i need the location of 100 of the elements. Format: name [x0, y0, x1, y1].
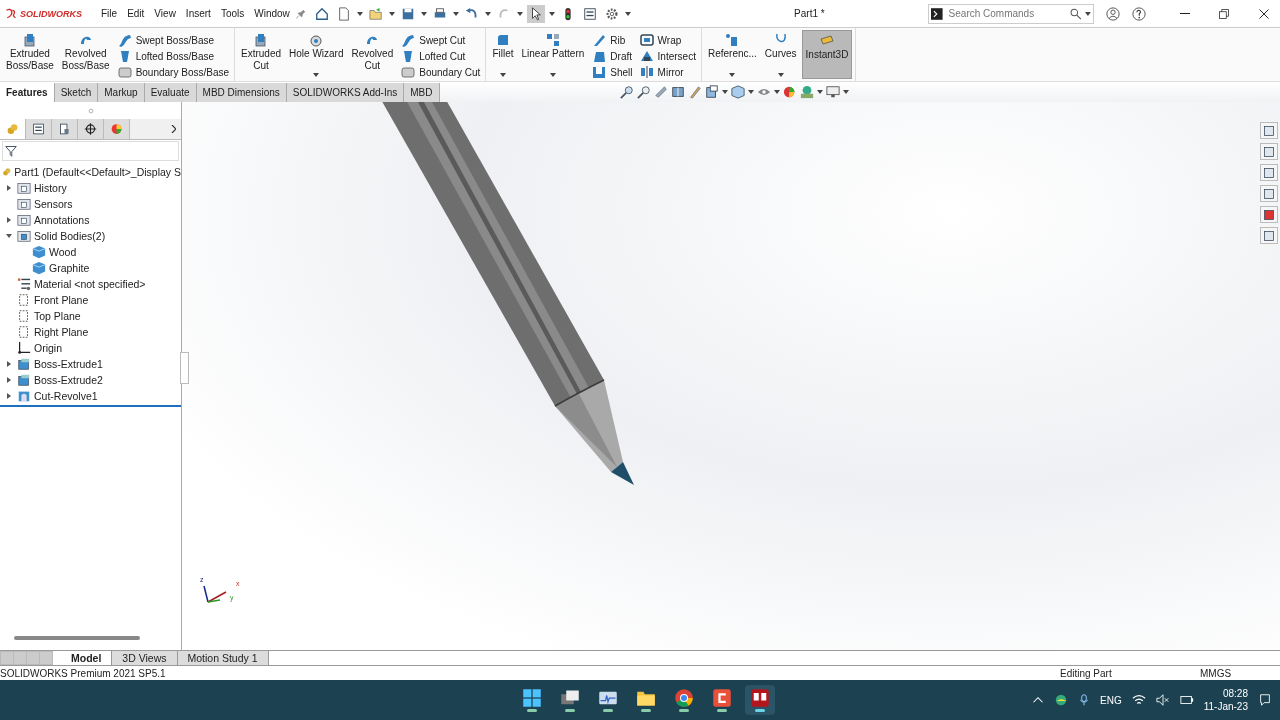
tree-item[interactable]: Boss-Extrude2 — [34, 374, 103, 386]
ribbon-button[interactable]: Lofted Cut — [398, 48, 483, 64]
tab[interactable]: Sketch — [54, 82, 99, 102]
zoom-area-icon — [636, 85, 651, 99]
ribbon-button[interactable]: Boundary Boss/Base — [114, 64, 231, 80]
caret-icon[interactable] — [516, 11, 523, 16]
caret-icon[interactable] — [452, 11, 459, 16]
mute-icon — [1155, 693, 1170, 707]
tree-item[interactable]: Graphite — [49, 262, 90, 274]
ribbon-button[interactable]: Wrap — [636, 32, 698, 48]
ribbon-button[interactable]: Mirror — [636, 64, 698, 80]
menu-item[interactable]: Tools — [215, 8, 250, 19]
ribbon-button[interactable]: Rib — [589, 32, 635, 48]
globe-icon — [1054, 693, 1069, 707]
caret-icon[interactable] — [484, 11, 491, 16]
ribbon-button[interactable]: Shell — [589, 64, 635, 80]
microphone-icon — [1078, 693, 1091, 707]
caret-icon[interactable] — [842, 90, 849, 94]
caret-icon[interactable] — [777, 73, 784, 77]
tab[interactable]: Evaluate — [144, 82, 197, 102]
plane-icon — [17, 293, 31, 307]
ribbon-button[interactable]: Linear Pattern — [518, 30, 588, 79]
tab[interactable]: 3D Views — [112, 651, 178, 665]
ribbon-button[interactable]: Draft — [589, 48, 635, 64]
revolve-cut-icon — [17, 389, 31, 403]
tab[interactable]: SOLIDWORKS Add-Ins — [286, 82, 405, 102]
caret-icon[interactable] — [549, 73, 556, 77]
chevron-icon[interactable] — [171, 125, 176, 133]
tree-item[interactable]: Cut-Revolve1 — [34, 390, 98, 402]
tree-item[interactable]: Solid Bodies(2) — [34, 230, 106, 242]
caret-icon[interactable] — [548, 11, 555, 16]
tree-item[interactable]: Annotations — [34, 214, 90, 226]
app-logo: SOLIDWORKS — [20, 8, 82, 19]
tree-icon — [6, 122, 19, 136]
caret-icon[interactable] — [773, 90, 780, 94]
tab[interactable]: Features — [0, 82, 55, 102]
ribbon-button[interactable]: Extruded Boss/Base — [3, 30, 57, 79]
caret-icon[interactable] — [624, 11, 631, 16]
tab[interactable]: Motion Study 1 — [177, 651, 269, 665]
caret-icon[interactable] — [388, 11, 395, 16]
ribbon-button[interactable]: Revolved Cut — [348, 30, 397, 79]
list-icon — [582, 6, 597, 21]
status-text: Editing Part — [1060, 667, 1113, 679]
ribbon-button[interactable]: Boundary Cut — [398, 64, 483, 80]
filter-field[interactable] — [2, 141, 179, 161]
tab[interactable]: Markup — [98, 82, 145, 102]
material-icon — [17, 277, 31, 291]
tree-item[interactable]: Boss-Extrude1 — [34, 358, 103, 370]
caret-icon[interactable] — [313, 73, 320, 77]
tab[interactable]: MBD — [404, 82, 440, 102]
tab[interactable]: MBD Dimensions — [196, 82, 287, 102]
expand-toggle[interactable] — [4, 233, 14, 239]
dimxpert-icon — [84, 122, 97, 136]
caret-icon[interactable] — [721, 90, 728, 94]
ribbon-button[interactable]: Revolved Boss/Base — [58, 30, 113, 79]
caret-icon[interactable] — [356, 11, 363, 16]
ribbon-button[interactable]: Fillet — [489, 30, 517, 79]
plane-icon — [17, 309, 31, 323]
caret-icon[interactable] — [729, 73, 736, 77]
tree-item[interactable]: Wood — [49, 246, 77, 258]
ribbon-button[interactable]: Curves — [761, 30, 800, 79]
cube-icon — [32, 261, 46, 275]
ribbon-button[interactable]: Referenc... — [704, 30, 760, 79]
tree-item[interactable]: History — [34, 182, 67, 194]
menu-item[interactable]: Edit — [122, 8, 150, 19]
tree-item[interactable]: Sensors — [34, 198, 73, 210]
tree-item[interactable]: Origin — [34, 342, 62, 354]
panel-tab[interactable] — [78, 119, 104, 139]
ribbon-button[interactable]: Lofted Boss/Base — [114, 48, 231, 64]
units-text[interactable]: MMGS — [1200, 667, 1260, 679]
menu-item[interactable]: File — [96, 8, 123, 19]
search-box[interactable]: Search Commands — [928, 3, 1094, 24]
menu-item[interactable]: Insert — [180, 8, 216, 19]
open-icon — [368, 6, 383, 21]
tree-item[interactable]: Right Plane — [34, 326, 89, 338]
menu-item[interactable]: Window — [249, 8, 295, 19]
language-indicator[interactable]: ENG — [1100, 694, 1122, 706]
tree-item[interactable]: Part1 (Default<<Default>_Display S — [14, 166, 181, 178]
caret-icon[interactable] — [1085, 11, 1091, 16]
menu-item[interactable]: View — [149, 8, 181, 19]
tree-item[interactable]: Top Plane — [34, 310, 81, 322]
ribbon-button[interactable]: Intersect — [636, 48, 698, 64]
tree-item[interactable]: Front Plane — [34, 294, 89, 306]
caret-icon[interactable] — [420, 11, 427, 16]
panel-tab[interactable] — [26, 119, 52, 139]
ribbon-button[interactable]: Hole Wizard — [286, 30, 347, 79]
caret-icon[interactable] — [499, 73, 506, 77]
caret-icon[interactable] — [816, 90, 823, 94]
zoom-fit-icon — [619, 85, 634, 99]
ribbon-button[interactable]: Swept Cut — [398, 32, 483, 48]
taskbar-app[interactable] — [745, 685, 775, 715]
tree-item[interactable]: Material <not specified> — [34, 278, 146, 290]
splitter-handle[interactable] — [180, 352, 189, 384]
ribbon-button[interactable]: Extruded Cut — [238, 30, 285, 79]
ribbon-button[interactable]: Instant3D — [801, 30, 853, 79]
select-button[interactable] — [526, 4, 545, 23]
notification-icon — [1258, 693, 1272, 707]
caret-icon[interactable] — [747, 90, 754, 94]
ribbon-button[interactable]: Swept Boss/Base — [114, 32, 231, 48]
clock[interactable]: 08:28 11-Jan-23 — [1203, 687, 1248, 713]
